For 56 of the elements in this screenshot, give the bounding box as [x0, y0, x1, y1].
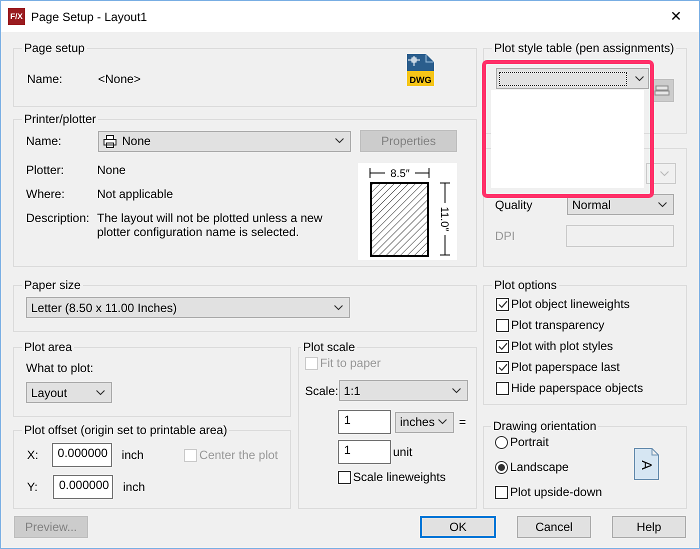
checkbox-label[interactable]: Plot upside-down — [510, 485, 602, 499]
dialog-button[interactable]: OK — [420, 516, 496, 538]
field-label: Where: — [26, 187, 66, 201]
unit-label: unit — [393, 445, 412, 459]
group-title: Plot scale — [302, 340, 356, 354]
field-label: DPI — [495, 229, 516, 243]
group-title: Paper size — [23, 278, 82, 292]
checkbox-label[interactable]: Plot with plot styles — [511, 339, 614, 353]
group-title: Printer/plotter — [23, 112, 98, 126]
close-button[interactable]: ✕ — [653, 8, 699, 25]
radio-label[interactable]: Portrait — [510, 435, 549, 449]
equals-sign: = — [459, 415, 466, 429]
field-label: Y: — [26, 480, 39, 494]
dimension-label: 8.5″ — [390, 168, 410, 180]
dialog-button[interactable]: Help — [612, 516, 686, 538]
field-value: Not applicable — [97, 187, 174, 201]
field-value: None — [97, 163, 127, 177]
dialog-button[interactable]: Cancel — [517, 516, 591, 538]
input-field[interactable]: 1 — [338, 410, 391, 434]
dropdown[interactable]: Layout — [26, 382, 112, 403]
checkbox-label[interactable]: Scale lineweights — [353, 470, 446, 484]
radio-label[interactable]: Landscape — [510, 460, 569, 474]
checkbox-label[interactable]: Hide paperspace objects — [511, 381, 644, 395]
field-label: What to plot: — [26, 361, 94, 375]
checkbox-label[interactable]: Plot transparency — [511, 318, 604, 332]
dropdown[interactable]: inches — [395, 412, 454, 432]
unit-label: inch — [123, 480, 146, 494]
field-value: The layout will not be plotted unless a new plotter configuration name is selected. — [97, 211, 324, 239]
checkbox-label[interactable]: Plot paperspace last — [511, 360, 620, 374]
dropdown[interactable]: None — [98, 130, 351, 152]
dimension-label: 11.0″ — [438, 206, 450, 232]
app-logo-icon: F/X — [8, 8, 25, 25]
group-title: Plot offset (origin set to printable area) — [23, 423, 228, 437]
input-field[interactable]: 1 — [338, 440, 391, 464]
icon-label: A — [639, 460, 655, 470]
checkbox-label[interactable]: Plot object lineweights — [511, 297, 630, 311]
field-label: Name: — [27, 72, 64, 86]
input-field[interactable]: 0.000000 — [53, 475, 113, 499]
group-title: Drawing orientation — [492, 419, 598, 433]
group-title: Plot area — [23, 340, 74, 354]
field-label: Name: — [26, 134, 62, 148]
field-label: X: — [26, 448, 40, 462]
dropdown[interactable]: Letter (8.50 x 11.00 Inches) — [26, 297, 350, 318]
window-title: Page Setup - Layout1 — [31, 10, 148, 24]
input-field[interactable]: 0.000000 — [52, 443, 112, 467]
dropdown[interactable]: 1:1 — [338, 380, 468, 401]
group-title: Plot style table (pen assignments) — [493, 41, 676, 55]
group-title: Page setup — [23, 41, 86, 55]
field-value: <None> — [98, 72, 141, 86]
field-label: Description: — [26, 211, 90, 227]
unit-label: inch — [122, 448, 145, 462]
field-label: Quality — [495, 198, 534, 212]
field-label: Scale: — [305, 384, 339, 398]
field-label: Plotter: — [26, 163, 66, 177]
group-title: Plot options — [493, 278, 558, 292]
icon-label: DWG — [410, 75, 432, 85]
